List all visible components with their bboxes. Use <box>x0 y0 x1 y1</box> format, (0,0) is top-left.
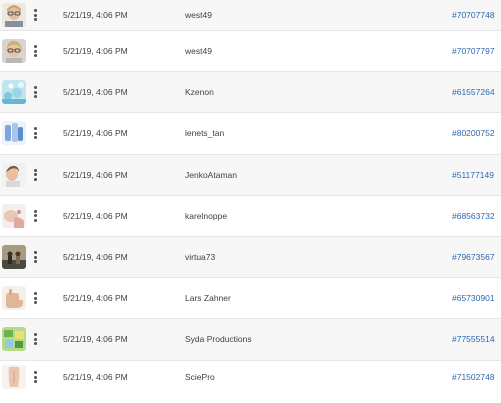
thumbnail-image[interactable] <box>2 3 26 27</box>
asset-id-link[interactable]: #70707748 <box>452 10 495 20</box>
date-cell: 5/21/19, 4:06 PM <box>63 128 128 139</box>
asset-id-link[interactable]: #79673567 <box>452 252 495 262</box>
asset-id-link[interactable]: #77555514 <box>452 334 495 344</box>
thumbnail-image[interactable] <box>2 121 26 146</box>
more-options-icon[interactable] <box>31 209 39 223</box>
list-item[interactable]: 5/21/19, 4:06 PM Kzenon #61557264 <box>0 72 501 114</box>
asset-list: 5/21/19, 4:06 PM west49 #70707748 5/21/1… <box>0 0 501 394</box>
date-cell: 5/21/19, 4:06 PM <box>63 210 128 221</box>
author-cell: Kzenon <box>185 87 214 98</box>
thumbnail-image[interactable] <box>2 365 26 389</box>
author-cell: Lars Zahner <box>185 293 231 304</box>
asset-id-link[interactable]: #51177149 <box>452 170 494 180</box>
date-cell: 5/21/19, 4:06 PM <box>63 10 128 20</box>
thumbnail-image[interactable] <box>2 80 26 105</box>
asset-id-link[interactable]: #80200752 <box>452 128 495 138</box>
asset-id-link[interactable]: #61557264 <box>452 87 495 97</box>
thumbnail-image[interactable] <box>2 162 26 187</box>
more-options-icon[interactable] <box>31 126 39 140</box>
asset-id-link[interactable]: #65730901 <box>452 293 495 303</box>
date-cell: 5/21/19, 4:06 PM <box>63 372 128 382</box>
more-options-icon[interactable] <box>31 8 39 22</box>
more-options-icon[interactable] <box>31 44 39 58</box>
date-cell: 5/21/19, 4:06 PM <box>63 169 128 180</box>
more-options-icon[interactable] <box>31 291 39 305</box>
more-options-icon[interactable] <box>31 168 39 182</box>
list-item[interactable]: 5/21/19, 4:06 PM karelnoppe #68563732 <box>0 195 501 237</box>
author-cell: SciePro <box>185 372 215 382</box>
author-cell: JenkoAtaman <box>185 169 237 180</box>
list-item[interactable]: 5/21/19, 4:06 PM JenkoAtaman #51177149 <box>0 154 501 196</box>
date-cell: 5/21/19, 4:06 PM <box>63 252 128 263</box>
more-options-icon[interactable] <box>31 250 39 264</box>
date-cell: 5/21/19, 4:06 PM <box>63 334 128 345</box>
list-item[interactable]: 5/21/19, 4:06 PM west49 #70707748 <box>0 0 501 31</box>
author-cell: karelnoppe <box>185 210 228 221</box>
author-cell: west49 <box>185 10 212 20</box>
more-options-icon[interactable] <box>31 332 39 346</box>
thumbnail-image[interactable] <box>2 203 26 228</box>
list-item[interactable]: 5/21/19, 4:06 PM west49 #70707797 <box>0 31 501 73</box>
list-item[interactable]: 5/21/19, 4:06 PM lenets_tan #80200752 <box>0 113 501 155</box>
author-cell: lenets_tan <box>185 128 225 139</box>
date-cell: 5/21/19, 4:06 PM <box>63 293 128 304</box>
asset-id-link[interactable]: #71502748 <box>452 372 495 382</box>
list-item[interactable]: 5/21/19, 4:06 PM Syda Productions #77555… <box>0 319 501 361</box>
date-cell: 5/21/19, 4:06 PM <box>63 87 128 98</box>
thumbnail-image[interactable] <box>2 245 26 270</box>
thumbnail-image[interactable] <box>2 327 26 352</box>
more-options-icon[interactable] <box>31 370 39 384</box>
asset-id-link[interactable]: #68563732 <box>452 211 495 221</box>
list-item[interactable]: 5/21/19, 4:06 PM SciePro #71502748 <box>0 360 501 394</box>
list-item[interactable]: 5/21/19, 4:06 PM Lars Zahner #65730901 <box>0 278 501 320</box>
author-cell: west49 <box>185 46 212 57</box>
date-cell: 5/21/19, 4:06 PM <box>63 46 128 57</box>
thumbnail-image[interactable] <box>2 286 26 311</box>
author-cell: Syda Productions <box>185 334 252 345</box>
more-options-icon[interactable] <box>31 85 39 99</box>
asset-id-link[interactable]: #70707797 <box>452 46 495 56</box>
author-cell: virtua73 <box>185 252 216 263</box>
list-item[interactable]: 5/21/19, 4:06 PM virtua73 #79673567 <box>0 236 501 279</box>
thumbnail-image[interactable] <box>2 39 26 64</box>
